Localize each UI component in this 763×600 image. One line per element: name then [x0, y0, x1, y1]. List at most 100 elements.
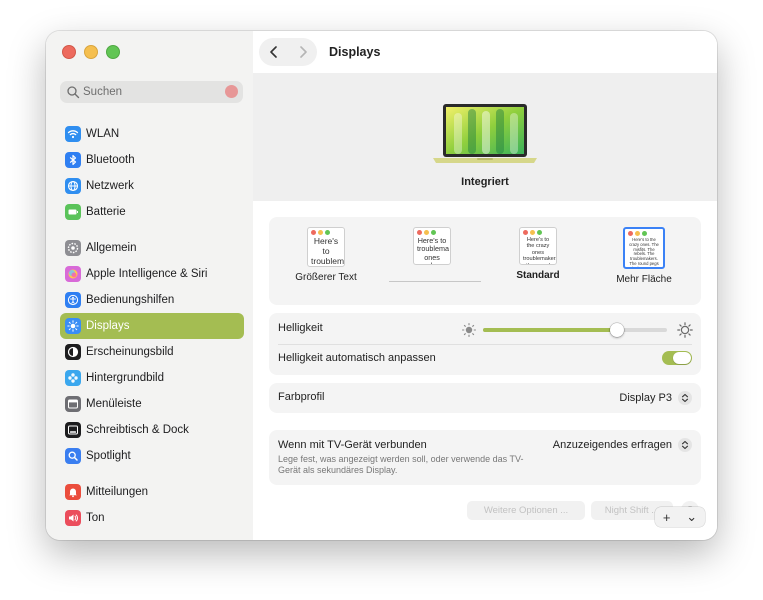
sample-text: Here's to the crazy ones. The misfits. T…: [629, 238, 659, 269]
appearance-icon: [65, 344, 81, 360]
settings-window: WLAN Bluetooth Netzwerk Batterie Allgemein Ap…: [46, 31, 717, 540]
search-input[interactable]: [83, 86, 223, 98]
laptop-icon[interactable]: [432, 103, 538, 165]
brightness-card: Helligkeit Helligkeit automatisch anpass…: [269, 313, 701, 375]
resolution-label: Mehr Fläche: [616, 274, 672, 285]
sidebar-item-label: Bluetooth: [86, 154, 135, 166]
sun-low-icon: [461, 322, 477, 338]
chevron-left-icon: [269, 46, 277, 58]
brightness-label: Helligkeit: [278, 322, 323, 334]
speaker-icon: [65, 510, 81, 526]
sample-text: Here's to troublema ones who: [417, 237, 449, 264]
color-profile-value: Display P3: [619, 392, 672, 404]
sidebar-item-allgemein[interactable]: Allgemein: [60, 235, 244, 261]
flower-icon: [65, 370, 81, 386]
sun-icon: [65, 318, 81, 334]
brightness-fill: [483, 328, 618, 332]
zoom-button[interactable]: [106, 45, 120, 59]
gear-icon: [65, 240, 81, 256]
resolution-option[interactable]: Here's to the crazy ones troublemakers, …: [488, 227, 588, 281]
sidebar-item-label: Menüleiste: [86, 398, 142, 410]
sidebar-item-label: Erscheinungsbild: [86, 346, 174, 358]
globe-icon: [65, 178, 81, 194]
sidebar-item-label: Displays: [86, 320, 130, 332]
resolution-card: Here's to troublem Größerer Text Here's to…: [269, 217, 701, 305]
brightness-knob[interactable]: [610, 323, 625, 337]
sidebar-item-label: Netzwerk: [86, 180, 134, 192]
updown-chevron-icon: [678, 391, 692, 405]
sidebar-item-menüleiste[interactable]: Menüleiste: [60, 391, 244, 417]
menubar-icon: [65, 396, 81, 412]
search-field[interactable]: [60, 81, 243, 103]
auto-brightness-toggle[interactable]: [662, 351, 692, 365]
tv-popup[interactable]: Anzuzeigendes erfragen: [553, 438, 692, 452]
sidebar-item-ton[interactable]: Ton: [60, 505, 244, 531]
resolution-thumbnail: Here's to the crazy ones. The misfits. T…: [623, 227, 665, 269]
resolution-thumbnail: Here's to the crazy ones troublemakers, …: [519, 227, 557, 265]
resolution-thumbnail: Here's to troublem: [307, 227, 345, 267]
sidebar-item-label: Hintergrundbild: [86, 372, 164, 384]
brightness-slider[interactable]: [457, 321, 693, 339]
search-icon: [67, 86, 80, 99]
tv-card: Wenn mit TV-Gerät verbunden Anzuzeigende…: [269, 430, 701, 485]
sidebar-item-label: Spotlight: [86, 450, 131, 462]
sidebar-item-hintergrundbild[interactable]: Hintergrundbild: [60, 365, 244, 391]
chevron-right-icon: [299, 46, 307, 58]
add-display-menu[interactable]: + ⌄: [655, 507, 705, 527]
resolution-slider-track: [389, 281, 481, 282]
resolution-thumbnail: Here's to troublema ones who: [413, 227, 451, 265]
page-title: Displays: [329, 45, 381, 59]
sidebar: WLAN Bluetooth Netzwerk Batterie Allgemein Ap…: [46, 31, 254, 540]
bluetooth-icon: [65, 152, 81, 168]
sidebar-item-wlan[interactable]: WLAN: [60, 121, 244, 147]
sidebar-item-label: Apple Intelligence & Siri: [86, 268, 208, 280]
sample-text: Here's to the crazy ones troublemakers, …: [523, 237, 556, 264]
forward-button[interactable]: [293, 42, 313, 62]
sidebar-item-spotlight[interactable]: Spotlight: [60, 443, 244, 469]
resolution-label: Standard: [516, 270, 560, 281]
sidebar-item-batterie[interactable]: Batterie: [60, 199, 244, 225]
auto-brightness-label: Helligkeit automatisch anpassen: [278, 352, 436, 364]
wifi-icon: [65, 126, 81, 142]
sidebar-item-netzwerk[interactable]: Netzwerk: [60, 173, 244, 199]
spotlight-icon: [65, 448, 81, 464]
row-divider: [278, 344, 692, 345]
toolbar: Displays: [253, 31, 717, 73]
siri-suggestion-dot: [225, 85, 238, 98]
sidebar-item-label: WLAN: [86, 128, 120, 140]
sidebar-item-label: Mitteilungen: [86, 486, 149, 498]
close-button[interactable]: [62, 45, 76, 59]
color-profile-card: Farbprofil Display P3: [269, 383, 701, 413]
sidebar-item-mitteilungen[interactable]: Mitteilungen: [60, 479, 244, 505]
resolution-option[interactable]: Here's to the crazy ones. The misfits. T…: [594, 227, 694, 285]
color-profile-popup[interactable]: Display P3: [619, 391, 692, 405]
sidebar-item-label: Batterie: [86, 206, 126, 218]
back-button[interactable]: [264, 42, 284, 62]
sidebar-item-erscheinungsbild[interactable]: Erscheinungsbild: [60, 339, 244, 365]
dock-icon: [65, 422, 81, 438]
sidebar-item-label: Allgemein: [86, 242, 137, 254]
resolution-option[interactable]: Here's to troublem Größerer Text: [276, 227, 376, 283]
sidebar-item-displays[interactable]: Displays: [60, 313, 244, 339]
window-dots: [520, 228, 556, 237]
sidebar-item-apple-intelligence-siri[interactable]: Apple Intelligence & Siri: [60, 261, 244, 287]
advanced-button[interactable]: Weitere Optionen ...: [467, 501, 585, 520]
add-button[interactable]: +: [663, 510, 671, 525]
resolution-option[interactable]: Here's to troublema ones who: [382, 227, 482, 270]
chevron-down-icon: ⌄: [686, 509, 698, 524]
resolution-label: Größerer Text: [295, 272, 357, 283]
history-buttons: [259, 38, 317, 66]
window-dots: [308, 228, 344, 237]
accessibility-icon: [65, 292, 81, 308]
window-dots: [625, 229, 663, 238]
battery-icon: [65, 204, 81, 220]
minimize-button[interactable]: [84, 45, 98, 59]
sidebar-item-schreibtisch-dock[interactable]: Schreibtisch & Dock: [60, 417, 244, 443]
display-name: Integriert: [461, 176, 509, 188]
sidebar-item-bedienungshilfen[interactable]: Bedienungshilfen: [60, 287, 244, 313]
sidebar-list: WLAN Bluetooth Netzwerk Batterie Allgemein Ap…: [46, 121, 253, 531]
siri-icon: [65, 266, 81, 282]
sidebar-item-bluetooth[interactable]: Bluetooth: [60, 147, 244, 173]
main-pane: Displays Integriert Here's to troublem G…: [253, 31, 717, 540]
